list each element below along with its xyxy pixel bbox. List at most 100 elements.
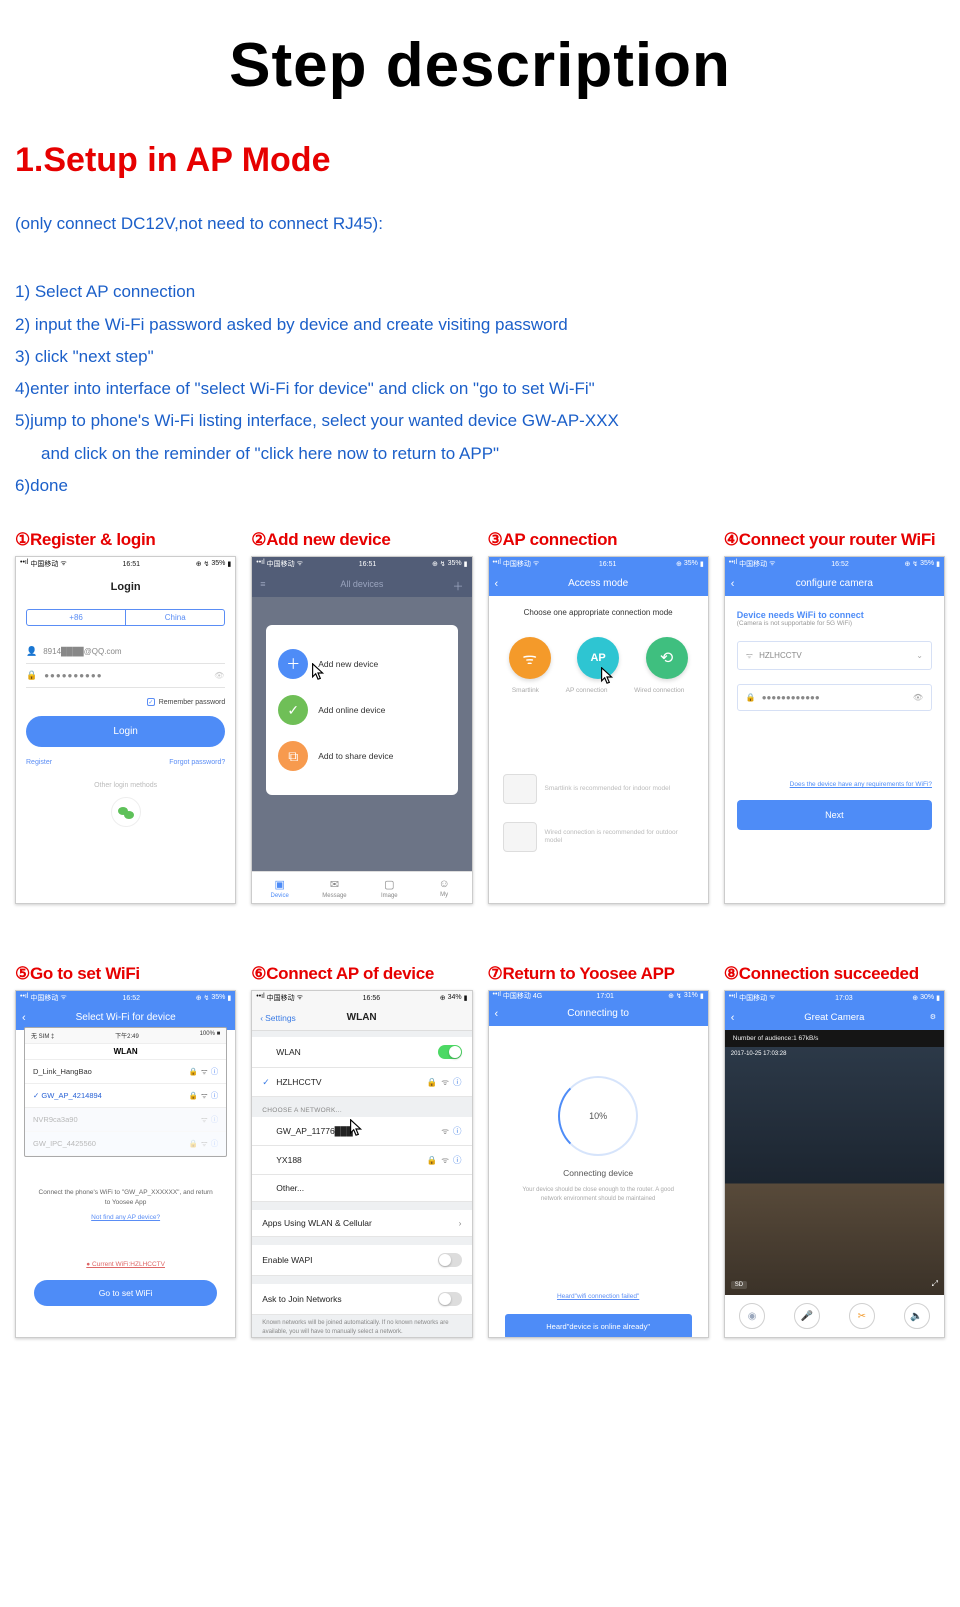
caption-1: ①Register & login	[15, 530, 236, 550]
plus-icon: ＋	[278, 649, 308, 679]
ask-to-join[interactable]: Ask to Join Networks	[252, 1284, 471, 1315]
screenshot-camera-live: ••ıl中国移动ᯤ 17:03 ⊕30%▮ ‹ Great Camera ⚙ N…	[724, 990, 945, 1338]
ssid-dropdown[interactable]: ᯤ HZLHCCTV ⌄	[737, 641, 932, 670]
back-icon[interactable]: ‹	[495, 1008, 499, 1020]
status-bar: ••ıl中国移动ᯤ 16:52 ⊕ ↯35%▮	[16, 991, 235, 1005]
wifi-network-item[interactable]: NVR9ca3a90 ᯤⓘ	[25, 1108, 226, 1132]
wifi-password-field[interactable]: 🔒 ●●●●●●●●●●●● 👁	[737, 684, 932, 711]
remember-label: Remember password	[159, 699, 226, 706]
message-icon: ✉	[307, 878, 362, 891]
cable-icon: ⟲	[660, 648, 673, 668]
connected-network[interactable]: ✓HZLHCCTV 🔒ᯤⓘ	[252, 1068, 471, 1097]
eye-icon[interactable]: 👁	[913, 693, 923, 702]
caption-6: ⑥Connect AP of device	[251, 964, 472, 984]
nav-my[interactable]: ☺My	[417, 872, 472, 903]
settings-icon[interactable]: ⚙	[930, 1013, 936, 1021]
add-new-device-option[interactable]: ＋ Add new device	[278, 641, 445, 687]
quality-badge[interactable]: SD	[731, 1281, 747, 1289]
wifi-network-item[interactable]: GW_IPC_4425560 🔒ᯤⓘ	[25, 1132, 226, 1156]
stream-info: Number of audience:1 67kB/s	[725, 1030, 944, 1047]
go-to-set-wifi-button[interactable]: Go to set WiFi	[34, 1280, 217, 1306]
wifi-network-item[interactable]: D_Link_HangBao 🔒ᯤⓘ	[25, 1060, 226, 1084]
back-icon[interactable]: ‹	[731, 1012, 735, 1024]
wifi-icon: ᯤ	[60, 559, 66, 569]
back-icon[interactable]: ‹	[731, 578, 735, 590]
nav-device[interactable]: ▣Device	[252, 872, 307, 903]
wifi-network-item-selected[interactable]: ✓ GW_AP_4214894 🔒ᯤⓘ	[25, 1084, 226, 1108]
current-wifi-warning[interactable]: Current WiFi:HZLHCCTV	[16, 1261, 235, 1268]
wifi-icon: ᯤ	[441, 1077, 449, 1088]
toggle-off-icon[interactable]	[438, 1253, 462, 1267]
status-bar: ••ıl中国移动ᯤ 16:51 ⊕35%▮	[489, 557, 708, 571]
setup-note: (only connect DC12V,not need to connect …	[15, 208, 945, 240]
camera-controls: ◉ 🎤 ✂ 🔈	[725, 1295, 944, 1337]
register-link[interactable]: Register	[26, 759, 52, 766]
lock-icon: 🔒	[189, 1067, 198, 1076]
smartlink-recommendation: Smartlink is recommended for indoor mode…	[499, 764, 698, 812]
device-online-toast[interactable]: Heard"device is online already"	[505, 1314, 692, 1338]
next-button[interactable]: Next	[737, 800, 932, 830]
nav-image[interactable]: ▢Image	[362, 872, 417, 903]
wired-connection-button[interactable]: ⟲	[646, 637, 688, 679]
password-field[interactable]: 🔒 ●●●●●●●●●● 👁	[26, 664, 225, 688]
snapshot-button[interactable]: ✂	[849, 1303, 875, 1329]
network-gw-ap[interactable]: GW_AP_11776███ ᯤⓘ	[252, 1117, 471, 1146]
remember-checkbox[interactable]: ✓	[147, 698, 155, 706]
fullscreen-icon[interactable]: ⤢	[932, 1279, 938, 1289]
speaker-button[interactable]: 🔈	[904, 1303, 930, 1329]
network-item[interactable]: YX188 🔒ᯤⓘ	[252, 1146, 471, 1175]
link-icon: ⧉	[278, 741, 308, 771]
screenshot-select-wifi: ••ıl中国移动ᯤ 16:52 ⊕ ↯35%▮ ‹ Select Wi-Fi f…	[15, 990, 236, 1338]
toggle-on-icon[interactable]	[438, 1045, 462, 1059]
wifi-failed-link[interactable]: Heard"wifi connection failed"	[489, 1293, 708, 1300]
add-online-device-option[interactable]: ✓ Add online device	[278, 687, 445, 733]
login-button[interactable]: Login	[26, 716, 225, 747]
choose-network-label: CHOOSE A NETWORK...	[252, 1097, 471, 1117]
status-bar: ••ıl中国移动ᯤ 16:56 ⊕34%▮	[252, 991, 471, 1005]
wired-recommendation: Wired connection is recommended for outd…	[499, 812, 698, 860]
lock-icon: 🔒	[746, 693, 756, 702]
mic-button[interactable]: 🎤	[794, 1303, 820, 1329]
caption-4: ④Connect your router WiFi	[724, 530, 945, 550]
wifi-requirements-link[interactable]: Does the device have any requirements fo…	[737, 781, 932, 788]
live-video-view[interactable]: 2017-10-25 17:03:28 SD ⤢	[725, 1047, 944, 1295]
toggle-off-icon[interactable]	[438, 1292, 462, 1306]
lock-icon: 🔒	[26, 670, 38, 681]
profile-icon: ☺	[417, 878, 472, 890]
outdoor-camera-icon	[503, 822, 537, 852]
add-share-device-option[interactable]: ⧉ Add to share device	[278, 733, 445, 779]
step-5: 5)jump to phone's Wi-Fi listing interfac…	[15, 405, 945, 437]
wifi-icon: ᯤ	[522, 647, 537, 669]
apps-using-wlan[interactable]: Apps Using WLAN & Cellular›	[252, 1210, 471, 1237]
screenshot-add-device: ••ıl中国移动ᯤ 16:51 ⊕ ↯35%▮ ≡ All devices ＋ …	[251, 556, 472, 904]
enable-wapi[interactable]: Enable WAPI	[252, 1245, 471, 1276]
not-find-ap-link[interactable]: Not find any AP device?	[16, 1214, 235, 1221]
ap-connection-button[interactable]: AP	[577, 637, 619, 679]
step-5b: and click on the reminder of "click here…	[15, 438, 945, 470]
menu-icon[interactable]: ≡	[260, 579, 265, 589]
step-2: 2) input the Wi-Fi password asked by dev…	[15, 309, 945, 341]
eye-icon[interactable]: 👁	[214, 671, 225, 680]
caption-5: ⑤Go to set WiFi	[15, 964, 236, 984]
info-icon: ⓘ	[211, 1066, 219, 1077]
forgot-password-link[interactable]: Forgot password?	[169, 759, 225, 766]
add-icon[interactable]: ＋	[453, 578, 464, 594]
other-login-label: Other login methods	[26, 782, 225, 789]
step-3: 3) click "next step"	[15, 341, 945, 373]
username-field[interactable]: 👤 8914████@QQ.com	[26, 640, 225, 664]
connecting-hint: Your device should be close enough to th…	[489, 1186, 708, 1203]
wechat-icon[interactable]	[111, 797, 141, 827]
nav-message[interactable]: ✉Message	[307, 872, 362, 903]
indoor-camera-icon	[503, 774, 537, 804]
record-button[interactable]: ◉	[739, 1303, 765, 1329]
wlan-master-toggle[interactable]: WLAN	[252, 1037, 471, 1068]
network-other[interactable]: Other...	[252, 1175, 471, 1202]
smartlink-button[interactable]: ᯤ	[509, 637, 551, 679]
camera-icon: ▣	[252, 878, 307, 891]
connecting-header: ‹ Connecting to	[489, 1001, 708, 1026]
back-icon[interactable]: ‹	[495, 578, 499, 590]
country-selector[interactable]: +86China	[26, 609, 225, 626]
join-description: Known networks will be joined automatica…	[252, 1315, 471, 1336]
back-icon[interactable]: ‹	[22, 1012, 26, 1024]
check-icon: ✓	[278, 695, 308, 725]
